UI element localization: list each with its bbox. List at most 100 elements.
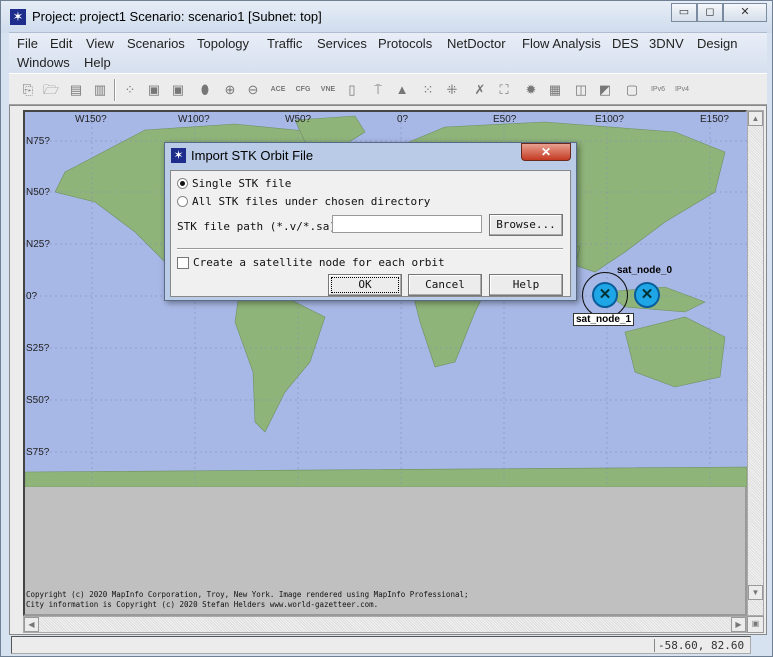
menu-edit[interactable]: Edit [50,36,72,51]
window-title: Project: project1 Scenario: scenario1 [S… [32,9,322,24]
dialog-title: Import STK Orbit File [191,148,314,163]
topology-fail-icon[interactable]: ⁜ [443,80,461,100]
doc-icon[interactable]: ▢ [623,80,641,100]
open-icon[interactable]: 🗁 [42,80,60,100]
scroll-right-button[interactable]: ▶ [731,617,746,632]
menu-3dnv[interactable]: 3DNV [649,36,684,51]
lat-label: S75? [26,447,50,458]
sat-node-0-label: sat_node_0 [617,265,673,276]
lon-label: E50? [493,114,517,125]
lon-label: E100? [595,114,624,125]
scroll-down-button[interactable]: ▼ [748,585,763,600]
node-palette-icon[interactable]: ⁘ [121,80,139,100]
antarctica [25,466,747,487]
lon-label: 0? [397,114,409,125]
zoom-in-icon[interactable]: ⊕ [221,80,239,100]
menu-bar: File Edit View Scenarios Topology Traffi… [9,32,767,72]
minimize-button[interactable]: ▭ [671,3,697,22]
save-icon[interactable]: ▤ [67,80,85,100]
coordinate-readout: -58.60, 82.60 [654,639,744,652]
deploy-wizard-icon[interactable]: ▣ [169,80,187,100]
sat-node-0-icon[interactable]: ✕ [634,282,660,308]
lon-label: E150? [700,114,729,125]
south-america [234,286,326,433]
menu-file[interactable]: File [17,36,38,51]
dialog-app-icon: ✶ [171,148,186,163]
lat-label: N50? [26,187,50,198]
scroll-up-button[interactable]: ▲ [748,111,763,126]
menu-protocols[interactable]: Protocols [378,36,432,51]
topology-select-icon[interactable]: ⁙ [419,80,437,100]
checkbox-label: Create a satellite node for each orbit [193,256,445,269]
vertical-scrollbar[interactable]: ▲ ▼ [747,110,764,616]
menu-topology[interactable]: Topology [197,36,249,51]
import-icon[interactable]: ⍑ [369,80,387,100]
radio-label: Single STK file [192,177,292,190]
graph-icon[interactable]: ◫ [572,80,590,100]
sat-node-1-label: sat_node_1 [573,313,635,326]
path-icon[interactable]: ⛶ [495,80,513,100]
lat-label: N75? [26,136,50,147]
status-bar: -58.60, 82.60 [11,636,751,654]
browse-button[interactable]: Browse... [489,214,563,236]
copyright-line: City information is Copyright (c) 2020 S… [26,600,379,609]
cfg-icon[interactable]: CFG [294,80,312,100]
menu-scenarios[interactable]: Scenarios [127,36,185,51]
import-stk-dialog: ✶ Import STK Orbit File ✕ Single STK fil… [164,142,577,301]
ipv6-icon[interactable]: IPv6 [649,80,667,100]
dialog-body: Single STK file All STK files under chos… [170,170,571,297]
zoom-out-icon[interactable]: ⊖ [244,80,262,100]
lat-label: S25? [26,343,50,354]
menu-design[interactable]: Design [697,36,737,51]
radio-button[interactable] [177,196,188,207]
app-icon: ✶ [10,9,26,25]
menu-des[interactable]: DES [612,36,639,51]
create-satellite-checkbox[interactable]: Create a satellite node for each orbit [177,256,445,269]
radio-all-files[interactable]: All STK files under chosen directory [177,195,430,208]
dialog-close-button[interactable]: ✕ [521,143,571,161]
new-project-icon[interactable]: ⎘ [19,80,37,100]
menu-view[interactable]: View [86,36,114,51]
rapid-config-icon[interactable]: ▣ [145,80,163,100]
close-button[interactable]: ✕ [723,3,767,22]
ok-button[interactable]: OK [328,274,402,296]
menu-windows[interactable]: Windows [17,55,70,70]
lat-label: N25? [26,239,50,250]
lat-label: 0? [26,291,38,302]
scroll-left-button[interactable]: ◀ [24,617,39,632]
ipv4-ipv6-icon[interactable]: IPv4 [673,80,691,100]
lon-label: W100? [178,114,210,125]
path-label: STK file path (*.v/*.sa): [177,220,343,233]
sat-node-1-icon[interactable]: ✕ [592,282,618,308]
lon-label: W50? [285,114,312,125]
navigator-icon[interactable]: ▣ [747,616,764,633]
lon-label: W150? [75,114,107,125]
menu-help[interactable]: Help [84,55,111,70]
checkbox[interactable] [177,256,189,269]
menu-traffic[interactable]: Traffic [267,36,302,51]
triangle-icon[interactable]: ▲ [393,80,411,100]
chart-icon[interactable]: ◩ [596,80,614,100]
help-button[interactable]: Help [489,274,563,296]
copyright-text: Copyright (c) 2020 MapInfo Corporation, … [26,590,469,610]
horizontal-scrollbar[interactable]: ◀ ▶ [23,616,747,633]
print-icon[interactable]: ▥ [91,80,109,100]
radio-button[interactable] [177,178,188,189]
device-icon[interactable]: ▯ [343,80,361,100]
vne-icon[interactable]: VNE [319,80,337,100]
menu-services[interactable]: Services [317,36,367,51]
main-window: ✶ Project: project1 Scenario: scenario1 … [0,0,773,657]
maximize-button[interactable]: ◻ [697,3,723,22]
report-icon[interactable]: ▦ [546,80,564,100]
lat-label: S50? [26,395,50,406]
link-check-icon[interactable]: ✗ [471,80,489,100]
menu-flow-analysis[interactable]: Flow Analysis [522,36,601,51]
cancel-button[interactable]: Cancel [408,274,482,296]
menu-netdoctor[interactable]: NetDoctor [447,36,506,51]
title-bar: ✶ Project: project1 Scenario: scenario1 … [1,1,772,33]
traffic-icon[interactable]: ✹ [522,80,540,100]
locate-icon[interactable]: ⬮ [196,80,214,100]
ace-icon[interactable]: ACE [269,80,287,100]
radio-single-file[interactable]: Single STK file [177,177,291,190]
stk-file-path-input[interactable] [332,215,482,233]
